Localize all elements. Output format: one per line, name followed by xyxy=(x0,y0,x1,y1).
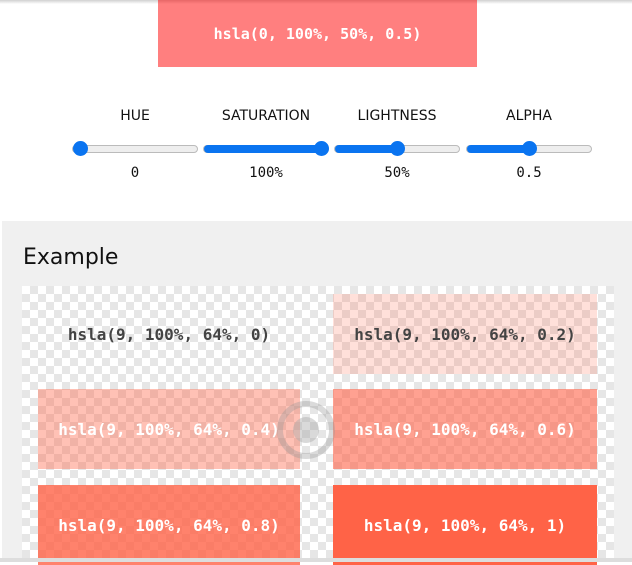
swatch-alpha-0: hsla(9, 100%, 64%, 0) xyxy=(38,294,300,374)
loading-spinner-icon xyxy=(277,401,335,459)
swatch-alpha-0.8: hsla(9, 100%, 64%, 0.8) xyxy=(38,485,300,565)
slider-thumb[interactable] xyxy=(73,141,88,156)
hue-value: 0 xyxy=(130,165,140,181)
saturation-label: SATURATION xyxy=(221,108,311,124)
hue-slider[interactable] xyxy=(72,141,198,156)
slider-thumb[interactable] xyxy=(522,141,537,156)
lightness-control: LIGHTNESS 50% xyxy=(332,108,462,181)
slider-fill xyxy=(467,145,529,153)
preview-value: hsla(0, 100%, 50%, 0.5) xyxy=(213,24,422,43)
swatch-alpha-1: hsla(9, 100%, 64%, 1) xyxy=(333,485,597,565)
swatch-alpha-0.6: hsla(9, 100%, 64%, 0.6) xyxy=(333,389,597,469)
hue-control: HUE 0 xyxy=(70,108,200,181)
swatch-label: hsla(9, 100%, 64%, 0.6) xyxy=(354,419,576,439)
alpha-label: ALPHA xyxy=(506,108,552,124)
swatch-label: hsla(9, 100%, 64%, 0.4) xyxy=(58,419,280,439)
example-section: Example hsla(9, 100%, 64%, 0) hsla(9, 10… xyxy=(2,221,632,565)
bottom-edge xyxy=(0,558,632,562)
saturation-value: 100% xyxy=(249,165,283,181)
lightness-value: 50% xyxy=(384,165,410,181)
color-preview: hsla(0, 100%, 50%, 0.5) xyxy=(158,0,477,67)
alpha-slider[interactable] xyxy=(466,141,592,156)
swatch-label: hsla(9, 100%, 64%, 0) xyxy=(67,324,271,344)
swatch-label: hsla(9, 100%, 64%, 1) xyxy=(363,515,567,535)
swatch-label: hsla(9, 100%, 64%, 0.2) xyxy=(354,324,576,344)
example-title: Example xyxy=(23,245,119,270)
saturation-control: SATURATION 100% xyxy=(201,108,331,181)
slider-fill xyxy=(335,145,397,153)
saturation-slider[interactable] xyxy=(203,141,329,156)
lightness-label: LIGHTNESS xyxy=(357,108,437,124)
alpha-value: 0.5 xyxy=(516,165,542,181)
lightness-slider[interactable] xyxy=(334,141,460,156)
swatch-alpha-0.4: hsla(9, 100%, 64%, 0.4) xyxy=(38,389,300,469)
swatch-alpha-0.2: hsla(9, 100%, 64%, 0.2) xyxy=(333,294,597,374)
swatch-label: hsla(9, 100%, 64%, 0.8) xyxy=(58,515,280,535)
slider-thumb[interactable] xyxy=(390,141,405,156)
slider-fill xyxy=(204,145,328,153)
hue-label: HUE xyxy=(120,108,150,124)
alpha-control: ALPHA 0.5 xyxy=(464,108,594,181)
slider-thumb[interactable] xyxy=(314,141,329,156)
